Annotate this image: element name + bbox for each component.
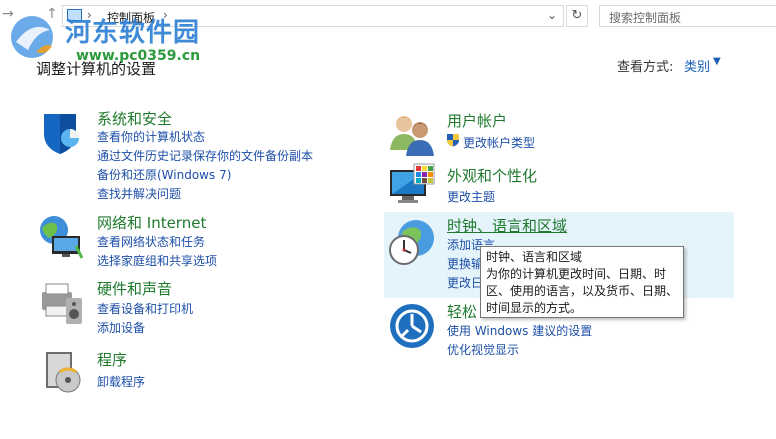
tooltip-line: 时间显示的方式。 bbox=[486, 301, 583, 315]
refresh-icon: ↻ bbox=[571, 8, 583, 23]
link-network-status[interactable]: 查看网络状态和任务 bbox=[97, 233, 205, 250]
category-title-clock-language-region[interactable]: 时钟、语言和区域 bbox=[447, 215, 567, 236]
category-title-programs[interactable]: 程序 bbox=[97, 349, 127, 370]
shield-icon[interactable] bbox=[36, 108, 84, 156]
watermark-title: 河东软件园 bbox=[65, 18, 201, 48]
appearance-monitor-icon[interactable] bbox=[388, 162, 436, 210]
category-title-appearance[interactable]: 外观和个性化 bbox=[447, 165, 537, 186]
programs-disc-icon[interactable] bbox=[40, 348, 88, 396]
tooltip: 时钟、语言和区域 为你的计算机更改时间、日期、时 区、使用的语言，以及货币、日期… bbox=[480, 246, 684, 318]
link-change-date[interactable]: 更改日 bbox=[447, 274, 483, 291]
tooltip-line: 为你的计算机更改时间、日期、时 bbox=[486, 267, 667, 281]
link-change-account-type[interactable]: 更改帐户类型 bbox=[463, 134, 535, 151]
category-title-hardware[interactable]: 硬件和声音 bbox=[97, 278, 172, 299]
link-file-history[interactable]: 通过文件历史记录保存你的文件备份副本 bbox=[97, 147, 313, 164]
ease-of-access-icon[interactable] bbox=[388, 302, 436, 350]
link-add-device[interactable]: 添加设备 bbox=[97, 319, 145, 336]
category-title-ease-of-access[interactable]: 轻松 bbox=[447, 301, 477, 322]
view-by-dropdown[interactable]: 类别 bbox=[684, 56, 710, 75]
uac-shield-icon bbox=[447, 134, 459, 147]
refresh-button[interactable]: ↻ bbox=[566, 5, 588, 27]
printer-icon[interactable] bbox=[36, 278, 84, 326]
link-devices-printers[interactable]: 查看设备和打印机 bbox=[97, 300, 193, 317]
chevron-down-icon[interactable]: ⌄ bbox=[547, 8, 557, 22]
watermark-logo-icon bbox=[11, 16, 53, 58]
caret-down-icon[interactable]: ▼ bbox=[713, 56, 721, 67]
link-windows-recommended-settings[interactable]: 使用 Windows 建议的设置 bbox=[447, 322, 592, 339]
network-globe-icon[interactable] bbox=[36, 212, 84, 260]
link-troubleshoot[interactable]: 查找并解决问题 bbox=[97, 185, 181, 202]
link-uninstall-program[interactable]: 卸载程序 bbox=[97, 373, 145, 390]
link-backup-restore[interactable]: 备份和还原(Windows 7) bbox=[97, 166, 231, 183]
view-by-label: 查看方式: bbox=[617, 60, 674, 75]
link-change-theme[interactable]: 更改主题 bbox=[447, 188, 495, 205]
category-title-user-accounts[interactable]: 用户帐户 bbox=[447, 110, 507, 131]
clock-globe-icon[interactable] bbox=[388, 218, 436, 266]
category-title-network[interactable]: 网络和 Internet bbox=[97, 212, 206, 233]
link-change-input[interactable]: 更换输 bbox=[447, 255, 483, 272]
users-icon[interactable] bbox=[388, 110, 436, 158]
link-optimize-visual-display[interactable]: 优化视觉显示 bbox=[447, 341, 519, 358]
category-title-system[interactable]: 系统和安全 bbox=[97, 108, 172, 129]
link-view-computer-status[interactable]: 查看你的计算机状态 bbox=[97, 128, 205, 145]
tooltip-line: 时钟、语言和区域 bbox=[486, 250, 583, 264]
page-title: 调整计算机的设置 bbox=[36, 60, 157, 78]
link-homegroup[interactable]: 选择家庭组和共享选项 bbox=[97, 252, 217, 269]
tooltip-line: 区、使用的语言，以及货币、日期、 bbox=[486, 284, 679, 298]
search-input[interactable]: 搜索控制面板 bbox=[599, 5, 776, 27]
